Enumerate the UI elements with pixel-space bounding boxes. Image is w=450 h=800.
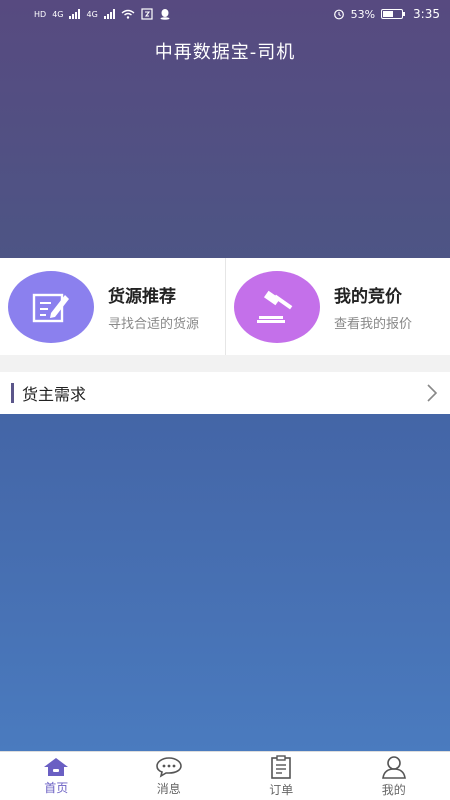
header: HD 4G 4G 53% 3:35 中再数据宝-司机 xyxy=(0,0,450,258)
bottom-tab-bar: 首页 消息 订单 我的 xyxy=(0,751,450,800)
status-right: 53% 3:35 xyxy=(333,7,440,21)
shipper-demand-header[interactable]: 货主需求 xyxy=(0,372,450,414)
hd-badge: HD xyxy=(34,9,47,19)
clipboard-icon xyxy=(271,754,292,779)
status-bar: HD 4G 4G 53% 3:35 xyxy=(0,0,450,28)
section-accent-bar xyxy=(11,383,14,403)
chevron-right-icon[interactable] xyxy=(426,383,438,403)
status-left: HD 4G 4G xyxy=(34,8,171,20)
tab-home[interactable]: 首页 xyxy=(0,752,113,800)
tab-label: 首页 xyxy=(44,780,69,795)
home-icon xyxy=(44,757,69,776)
content-area xyxy=(0,414,450,751)
wifi-icon xyxy=(121,9,135,19)
user-icon xyxy=(381,755,406,779)
auction-gavel-icon xyxy=(234,270,320,343)
battery-icon xyxy=(381,9,406,19)
card-title: 货源推荐 xyxy=(108,286,176,307)
notification-icon xyxy=(141,8,153,20)
section-title: 货主需求 xyxy=(22,385,87,404)
tab-label: 我的 xyxy=(381,782,406,797)
quick-actions: 货源推荐 寻找合适的货源 我的竞价 查看我的报价 xyxy=(0,258,450,355)
cargo-recommend-card[interactable]: 货源推荐 寻找合适的货源 xyxy=(0,258,225,355)
app-title: 中再数据宝-司机 xyxy=(154,42,296,63)
my-bids-card[interactable]: 我的竞价 查看我的报价 xyxy=(225,258,450,355)
network-type-label-2: 4G xyxy=(86,9,98,19)
tab-label: 消息 xyxy=(156,781,181,796)
battery-percent: 53% xyxy=(350,7,376,21)
card-subtitle: 寻找合适的货源 xyxy=(108,316,200,332)
chat-icon xyxy=(155,756,182,778)
tab-profile[interactable]: 我的 xyxy=(338,752,450,800)
cargo-recommend-text: 货源推荐 寻找合适的货源 xyxy=(108,282,199,332)
clock: 3:35 xyxy=(413,7,440,21)
network-type-label: 4G xyxy=(52,9,64,19)
signal-icon-2 xyxy=(103,9,115,19)
card-title: 我的竞价 xyxy=(334,286,402,307)
alarm-icon xyxy=(333,9,344,20)
qq-icon xyxy=(160,9,170,20)
my-bids-text: 我的竞价 查看我的报价 xyxy=(334,282,412,332)
tab-label: 订单 xyxy=(269,782,294,797)
card-subtitle: 查看我的报价 xyxy=(334,316,413,332)
tab-messages[interactable]: 消息 xyxy=(113,752,226,800)
edit-note-icon xyxy=(8,270,94,343)
signal-icon xyxy=(69,9,81,19)
tab-orders[interactable]: 订单 xyxy=(225,752,338,800)
